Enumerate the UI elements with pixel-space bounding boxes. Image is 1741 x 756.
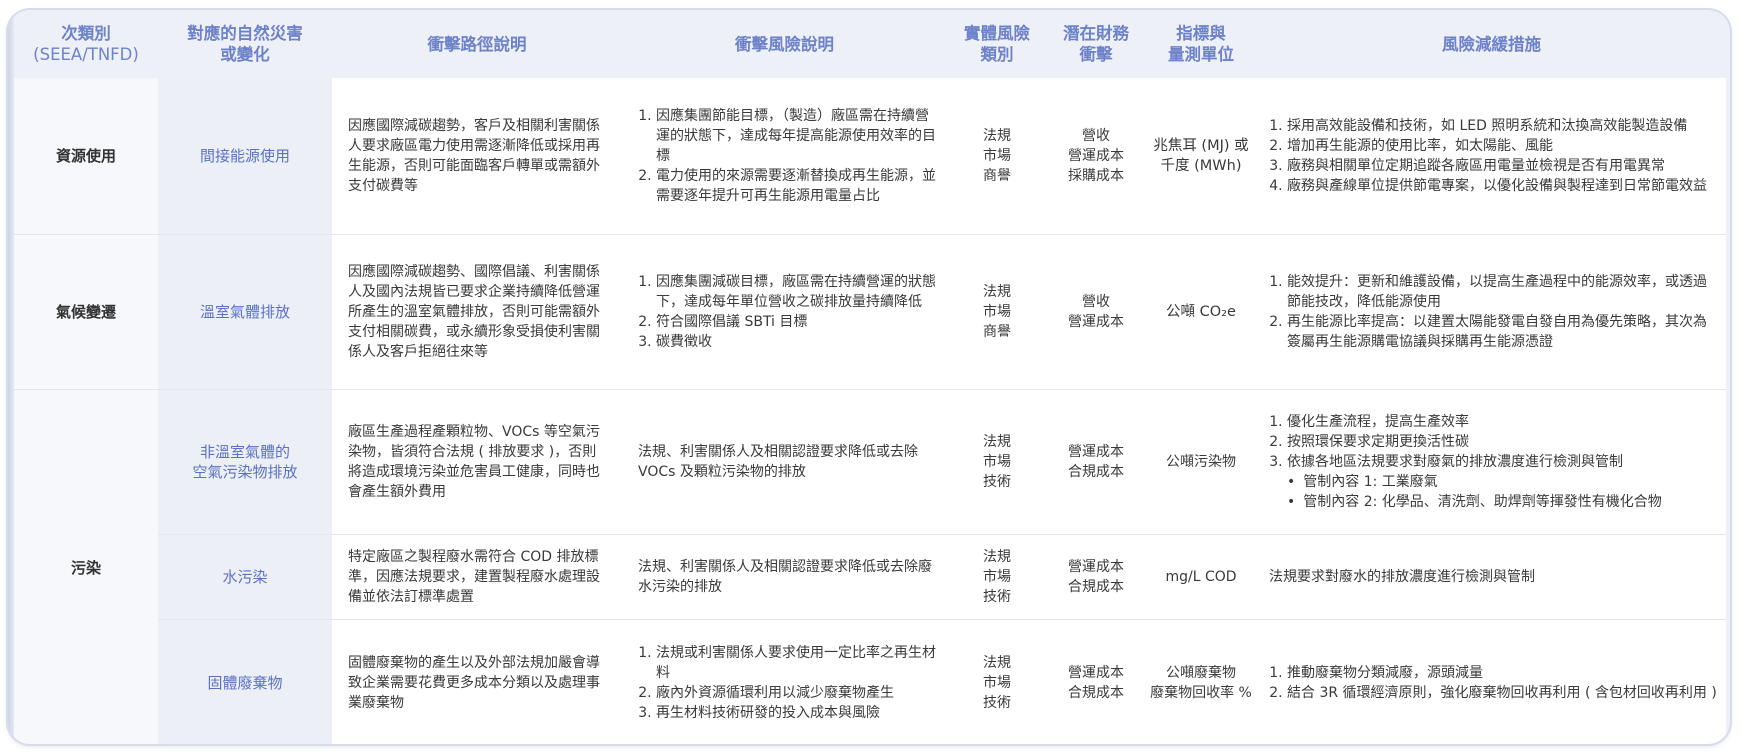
list-item: 廠務與產線單位提供節電專案，以優化設備與製程達到日常節電效益 — [1287, 176, 1718, 196]
mitigation-cell: 採用高效能設備和技術，如 LED 照明系統和汰換高效能製造設備 增加再生能源的使… — [1257, 78, 1726, 235]
list-item: 再生材料技術研發的投入成本與風險 — [656, 703, 937, 723]
list-item: 因應集團減碳目標，廠區需在持續營運的狀態下，達成每年單位營收之碳排放量持續降低 — [656, 272, 937, 312]
financial-impact-cell: 營收 營運成本 — [1047, 234, 1145, 390]
table-row: 固體廢棄物 固體廢棄物的產生以及外部法規加嚴會導致企業需要花費更多成本分類以及處… — [14, 619, 1726, 744]
impact-risk-cell: 法規、利害關係人及相關認證要求降低或去除 VOCs 及顆粒污染物的排放 — [622, 389, 947, 535]
risk-type-cell: 法規 市場 技術 — [947, 534, 1047, 620]
financial-impact-cell: 營運成本 合規成本 — [1047, 619, 1145, 744]
header-mitigation: 風險減緩措施 — [1257, 10, 1726, 78]
list-item: 因應集團節能目標，（製造）廠區需在持續營運的狀態下，達成每年提高能源使用效率的目… — [656, 106, 937, 166]
list-item: 按照環保要求定期更換活性碳 — [1287, 432, 1718, 452]
list-item: 能效提升：更新和維護設備，以提高生產過程中的能源效率，或透過節能技改，降低能源使… — [1287, 272, 1718, 312]
table-row: 污染 非溫室氣體的 空氣污染物排放 廠區生產過程產顆粒物、VOCs 等空氣污染物，… — [14, 389, 1726, 744]
metric-cell: 公噸污染物 — [1145, 389, 1257, 535]
table-row: 水污染 特定廠區之製程廢水需符合 COD 排放標準，因應法規要求，建置製程廢水處… — [14, 534, 1726, 620]
mitigation-cell: 優化生產流程，提高生產效率 按照環保要求定期更換活性碳 依據各地區法規要求對廢氣… — [1257, 389, 1726, 535]
list-item: 推動廢棄物分類減廢，源頭減量 — [1287, 663, 1718, 683]
impact-path-cell: 因應國際減碳趨勢，客戶及相關利害關係人要求廠區電力使用需逐漸降低或採用再生能源，… — [332, 78, 622, 235]
category-cell: 資源使用 — [14, 78, 158, 235]
hazard-cell: 水污染 — [158, 534, 332, 620]
category-cell: 氣候變遷 — [14, 234, 158, 390]
risk-type-cell: 法規 市場 商譽 — [947, 78, 1047, 235]
category-cell: 污染 — [14, 389, 158, 744]
risk-type-cell: 法規 市場 技術 — [947, 389, 1047, 535]
hazard-cell: 溫室氣體排放 — [158, 234, 332, 390]
mitigation-cell: 能效提升：更新和維護設備，以提高生產過程中的能源效率，或透過節能技改，降低能源使… — [1257, 234, 1726, 390]
hazard-cell: 固體廢棄物 — [158, 619, 332, 744]
financial-impact-cell: 營運成本 合規成本 — [1047, 389, 1145, 535]
header-metric: 指標與 量測單位 — [1145, 10, 1257, 78]
header-impact-risk: 衝擊風險說明 — [622, 10, 947, 78]
financial-impact-cell: 營收 營運成本 採購成本 — [1047, 78, 1145, 235]
impact-risk-cell: 法規或利害關係人要求使用一定比率之再生材料 廠內外資源循環利用以減少廢棄物產生 … — [622, 619, 947, 744]
impact-path-cell: 因應國際減碳趨勢、國際倡議、利害關係人及國內法規皆已要求企業持續降低營運所產生的… — [332, 234, 622, 390]
impact-path-cell: 固體廢棄物的產生以及外部法規加嚴會導致企業需要花費更多成本分類以及處理事業廢棄物 — [332, 619, 622, 744]
list-item: 電力使用的來源需要逐漸替換成再生能源，並需要逐年提升可再生能源用電量占比 — [656, 166, 937, 206]
metric-cell: 公噸 CO₂e — [1145, 234, 1257, 390]
header-subcategory: 次類別 (SEEA/TNFD) — [14, 10, 158, 78]
header-hazard: 對應的自然災害 或變化 — [158, 10, 332, 78]
header-row: 次類別 (SEEA/TNFD) 對應的自然災害 或變化 衝擊路徑說明 衝擊風險說… — [14, 10, 1726, 78]
table-row: 氣候變遷 溫室氣體排放 因應國際減碳趨勢、國際倡議、利害關係人及國內法規皆已要求… — [14, 234, 1726, 390]
impact-path-cell: 廠區生產過程產顆粒物、VOCs 等空氣污染物，皆須符合法規 ( 排放要求 )，否… — [332, 389, 622, 535]
hazard-cell: 非溫室氣體的 空氣污染物排放 — [158, 389, 332, 535]
list-item: 管制內容 1: 工業廢氣 — [1287, 472, 1718, 492]
list-item: 管制內容 2: 化學品、清洗劑、助焊劑等揮發性有機化合物 — [1287, 492, 1718, 512]
header-impact-path: 衝擊路徑說明 — [332, 10, 622, 78]
list-item: 廠務與相關單位定期追蹤各廠區用電量並檢視是否有用電異常 — [1287, 156, 1718, 176]
list-item: 符合國際倡議 SBTi 目標 — [656, 312, 937, 332]
list-item: 優化生產流程，提高生產效率 — [1287, 412, 1718, 432]
risk-table: 次類別 (SEEA/TNFD) 對應的自然災害 或變化 衝擊路徑說明 衝擊風險說… — [14, 10, 1726, 744]
list-item: 依據各地區法規要求對廢氣的排放濃度進行檢測與管制 — [1287, 452, 1718, 472]
metric-cell: mg/L COD — [1145, 534, 1257, 620]
table-frame: 次類別 (SEEA/TNFD) 對應的自然災害 或變化 衝擊路徑說明 衝擊風險說… — [8, 10, 1730, 744]
financial-impact-cell: 營運成本 合規成本 — [1047, 534, 1145, 620]
impact-path-cell: 特定廠區之製程廢水需符合 COD 排放標準，因應法規要求，建置製程廢水處理設備並… — [332, 534, 622, 620]
hazard-cell: 間接能源使用 — [158, 78, 332, 235]
header-physical-risk-type: 實體風險 類別 — [947, 10, 1047, 78]
impact-risk-cell: 因應集團節能目標，（製造）廠區需在持續營運的狀態下，達成每年提高能源使用效率的目… — [622, 78, 947, 235]
mitigation-cell: 法規要求對廢水的排放濃度進行檢測與管制 — [1257, 534, 1726, 620]
metric-cell: 兆焦耳 (MJ) 或千度 (MWh) — [1145, 78, 1257, 235]
list-item: 結合 3R 循環經濟原則，強化廢棄物回收再利用 ( 含包材回收再利用 ) — [1287, 683, 1718, 703]
mitigation-cell: 推動廢棄物分類減廢，源頭減量 結合 3R 循環經濟原則，強化廢棄物回收再利用 (… — [1257, 619, 1726, 744]
list-item: 採用高效能設備和技術，如 LED 照明系統和汰換高效能製造設備 — [1287, 116, 1718, 136]
list-item: 廠內外資源循環利用以減少廢棄物產生 — [656, 683, 937, 703]
metric-cell: 公噸廢棄物 廢棄物回收率 % — [1145, 619, 1257, 744]
impact-risk-cell: 因應集團減碳目標，廠區需在持續營運的狀態下，達成每年單位營收之碳排放量持續降低 … — [622, 234, 947, 390]
impact-risk-cell: 法規、利害關係人及相關認證要求降低或去除廢水污染的排放 — [622, 534, 947, 620]
risk-type-cell: 法規 市場 技術 — [947, 619, 1047, 744]
list-item: 再生能源比率提高：以建置太陽能發電自發自用為優先策略，其次為簽屬再生能源購電協議… — [1287, 312, 1718, 352]
list-item: 法規或利害關係人要求使用一定比率之再生材料 — [656, 643, 937, 683]
header-financial-impact: 潛在財務 衝擊 — [1047, 10, 1145, 78]
list-item: 碳費徵收 — [656, 332, 937, 352]
risk-type-cell: 法規 市場 商譽 — [947, 234, 1047, 390]
list-item: 增加再生能源的使用比率，如太陽能、風能 — [1287, 136, 1718, 156]
table-row: 資源使用 間接能源使用 因應國際減碳趨勢，客戶及相關利害關係人要求廠區電力使用需… — [14, 78, 1726, 235]
